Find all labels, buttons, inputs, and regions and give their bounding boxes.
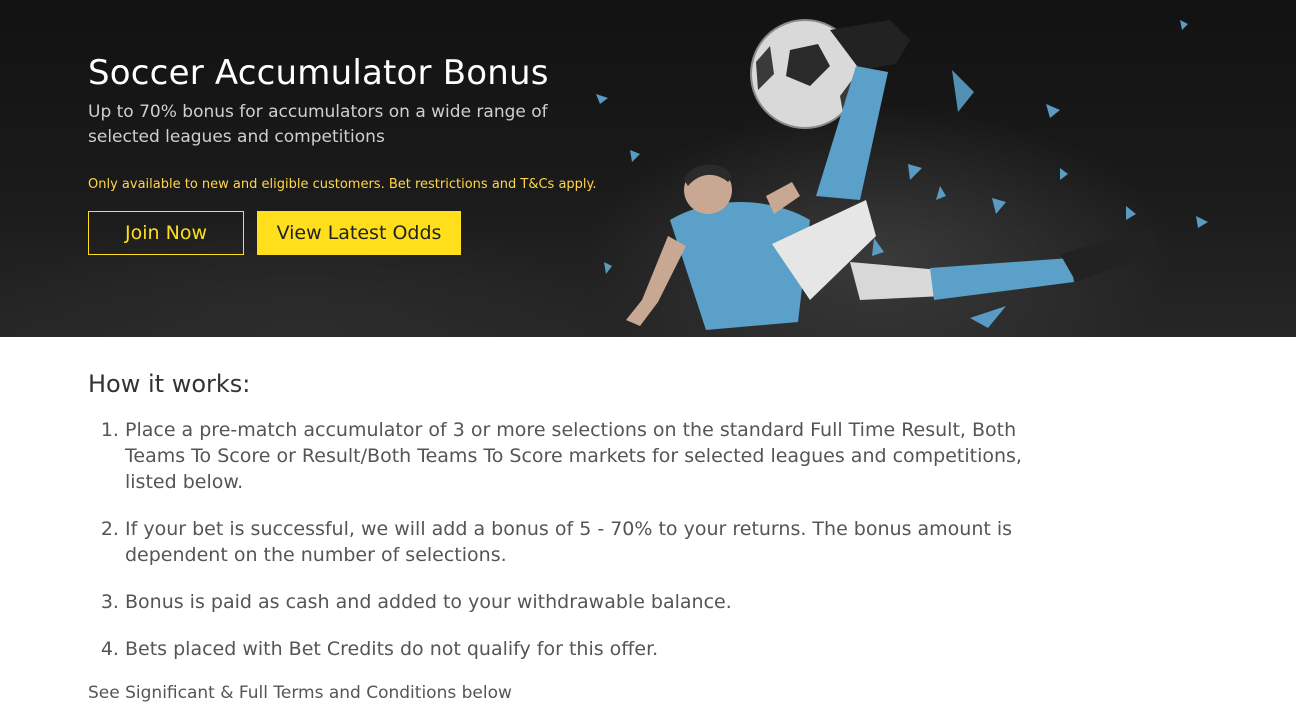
view-latest-odds-button[interactable]: View Latest Odds <box>257 211 461 255</box>
hero-content: Soccer Accumulator Bonus Up to 70% bonus… <box>88 52 608 255</box>
hero-buttons: Join Now View Latest Odds <box>88 211 608 255</box>
list-item: If your bet is successful, we will add a… <box>125 516 1055 568</box>
steps-list: Place a pre-match accumulator of 3 or mo… <box>88 417 1088 662</box>
hero-title: Soccer Accumulator Bonus <box>88 53 549 93</box>
join-now-button[interactable]: Join Now <box>88 211 244 255</box>
list-item: Place a pre-match accumulator of 3 or mo… <box>125 417 1055 495</box>
terms-link[interactable]: See Significant & Full Terms and Conditi… <box>88 682 1088 704</box>
how-it-works-section: How it works: Place a pre-match accumula… <box>88 367 1088 704</box>
hero-banner: Soccer Accumulator Bonus Up to 70% bonus… <box>0 0 1296 337</box>
hero-subtitle: Up to 70% bonus for accumulators on a wi… <box>88 102 548 147</box>
list-item: Bonus is paid as cash and added to your … <box>125 589 1055 615</box>
list-item: Bets placed with Bet Credits do not qual… <box>125 636 1055 662</box>
section-title: How it works: <box>88 370 251 398</box>
soccer-player-image <box>596 19 1208 330</box>
hero-disclaimer: Only available to new and eligible custo… <box>88 177 597 192</box>
